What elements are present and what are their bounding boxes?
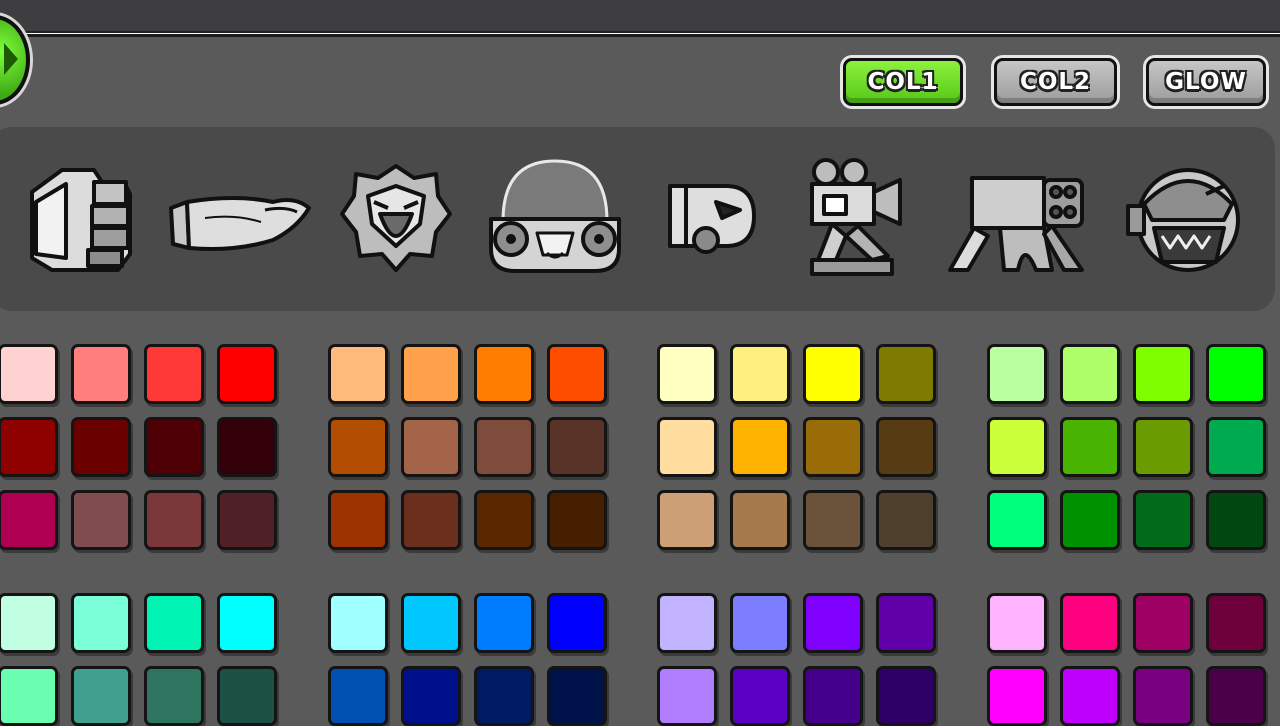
color-swatch-purple-1-4[interactable] <box>876 593 936 653</box>
color-swatch-blue-2-1[interactable] <box>328 666 388 726</box>
color-swatch-cyan-1-3[interactable] <box>144 593 204 653</box>
color-swatch-green-1-3[interactable] <box>1133 344 1193 404</box>
armored-head-icon[interactable] <box>1124 164 1250 278</box>
color-swatch-pink-1-3[interactable] <box>1133 593 1193 653</box>
color-swatch-green-1-1[interactable] <box>987 344 1047 404</box>
color-swatch-pink-2-3[interactable] <box>1133 666 1193 726</box>
color-swatch-purple-2-3[interactable] <box>803 666 863 726</box>
color-swatch-orange-1-4[interactable] <box>547 344 607 404</box>
color-swatch-yellow-2-4[interactable] <box>876 417 936 477</box>
color-swatch-green-3-1[interactable] <box>987 490 1047 550</box>
spiky-creature-icon[interactable] <box>340 162 452 274</box>
hand-icon[interactable] <box>165 188 313 258</box>
col2-button[interactable]: COL2 <box>994 58 1117 106</box>
color-swatch-red-1-3[interactable] <box>144 344 204 404</box>
glow-button[interactable]: GLOW <box>1146 58 1266 106</box>
top-bar <box>0 0 1280 32</box>
color-swatch-yellow-2-1[interactable] <box>657 417 717 477</box>
color-swatch-blue-2-2[interactable] <box>401 666 461 726</box>
color-swatch-orange-3-3[interactable] <box>474 490 534 550</box>
color-swatch-purple-2-2[interactable] <box>730 666 790 726</box>
color-swatch-purple-1-3[interactable] <box>803 593 863 653</box>
color-swatch-blue-1-1[interactable] <box>328 593 388 653</box>
color-swatch-red-3-3[interactable] <box>144 490 204 550</box>
col1-button[interactable]: COL1 <box>843 58 963 106</box>
color-swatch-red-2-1[interactable] <box>0 417 58 477</box>
camera-robot-icon[interactable] <box>796 156 906 278</box>
color-swatch-yellow-3-3[interactable] <box>803 490 863 550</box>
color-swatch-yellow-2-2[interactable] <box>730 417 790 477</box>
color-swatch-green-3-3[interactable] <box>1133 490 1193 550</box>
color-swatch-blue-1-2[interactable] <box>401 593 461 653</box>
color-swatch-orange-3-1[interactable] <box>328 490 388 550</box>
color-swatch-pink-2-1[interactable] <box>987 666 1047 726</box>
color-swatch-cyan-2-1[interactable] <box>0 666 58 726</box>
color-swatch-cyan-2-3[interactable] <box>144 666 204 726</box>
color-swatch-green-1-2[interactable] <box>1060 344 1120 404</box>
color-swatch-red-1-2[interactable] <box>71 344 131 404</box>
color-swatch-purple-2-4[interactable] <box>876 666 936 726</box>
color-swatch-pink-1-1[interactable] <box>987 593 1047 653</box>
color-swatch-green-3-4[interactable] <box>1206 490 1266 550</box>
color-swatch-red-2-3[interactable] <box>144 417 204 477</box>
color-swatch-orange-2-4[interactable] <box>547 417 607 477</box>
dome-face-icon[interactable] <box>487 157 623 275</box>
color-swatch-green-2-4[interactable] <box>1206 417 1266 477</box>
color-swatch-yellow-2-3[interactable] <box>803 417 863 477</box>
color-swatch-yellow-1-4[interactable] <box>876 344 936 404</box>
color-swatch-cyan-2-4[interactable] <box>217 666 277 726</box>
color-swatch-cyan-2-2[interactable] <box>71 666 131 726</box>
color-swatch-orange-2-3[interactable] <box>474 417 534 477</box>
color-swatch-cyan-1-1[interactable] <box>0 593 58 653</box>
color-swatch-yellow-3-4[interactable] <box>876 490 936 550</box>
color-swatch-yellow-1-1[interactable] <box>657 344 717 404</box>
color-swatch-orange-1-3[interactable] <box>474 344 534 404</box>
color-swatch-green-3-2[interactable] <box>1060 490 1120 550</box>
color-swatch-red-2-4[interactable] <box>217 417 277 477</box>
color-swatch-red-3-4[interactable] <box>217 490 277 550</box>
color-swatch-red-1-4[interactable] <box>217 344 277 404</box>
color-swatch-red-3-1[interactable] <box>0 490 58 550</box>
arrow-icon <box>4 43 18 75</box>
color-swatch-pink-2-2[interactable] <box>1060 666 1120 726</box>
color-swatch-purple-2-1[interactable] <box>657 666 717 726</box>
color-swatch-pink-2-4[interactable] <box>1206 666 1266 726</box>
color-swatch-pink-1-4[interactable] <box>1206 593 1266 653</box>
color-swatch-orange-3-4[interactable] <box>547 490 607 550</box>
color-swatch-blue-1-3[interactable] <box>474 593 534 653</box>
cannon-spider-icon[interactable] <box>944 172 1090 276</box>
color-swatch-yellow-3-2[interactable] <box>730 490 790 550</box>
color-swatch-purple-1-2[interactable] <box>730 593 790 653</box>
color-swatch-green-2-1[interactable] <box>987 417 1047 477</box>
color-swatch-yellow-1-2[interactable] <box>730 344 790 404</box>
color-swatch-blue-1-4[interactable] <box>547 593 607 653</box>
color-swatch-pink-1-2[interactable] <box>1060 593 1120 653</box>
bullet-face-icon[interactable] <box>666 180 758 262</box>
color-swatch-cyan-1-4[interactable] <box>217 593 277 653</box>
color-swatch-yellow-1-3[interactable] <box>803 344 863 404</box>
color-swatch-cyan-1-2[interactable] <box>71 593 131 653</box>
color-swatch-purple-1-1[interactable] <box>657 593 717 653</box>
color-swatch-green-1-4[interactable] <box>1206 344 1266 404</box>
color-swatch-red-2-2[interactable] <box>71 417 131 477</box>
fist-icon[interactable] <box>22 162 134 276</box>
color-swatch-green-2-3[interactable] <box>1133 417 1193 477</box>
color-swatch-green-2-2[interactable] <box>1060 417 1120 477</box>
color-swatch-red-1-1[interactable] <box>0 344 58 404</box>
color-swatch-orange-2-1[interactable] <box>328 417 388 477</box>
color-swatch-orange-3-2[interactable] <box>401 490 461 550</box>
color-swatch-red-3-2[interactable] <box>71 490 131 550</box>
color-swatch-orange-1-2[interactable] <box>401 344 461 404</box>
color-swatch-blue-2-4[interactable] <box>547 666 607 726</box>
color-swatch-orange-2-2[interactable] <box>401 417 461 477</box>
color-swatch-orange-1-1[interactable] <box>328 344 388 404</box>
color-swatch-blue-2-3[interactable] <box>474 666 534 726</box>
top-divider <box>0 31 1280 37</box>
color-swatch-yellow-3-1[interactable] <box>657 490 717 550</box>
